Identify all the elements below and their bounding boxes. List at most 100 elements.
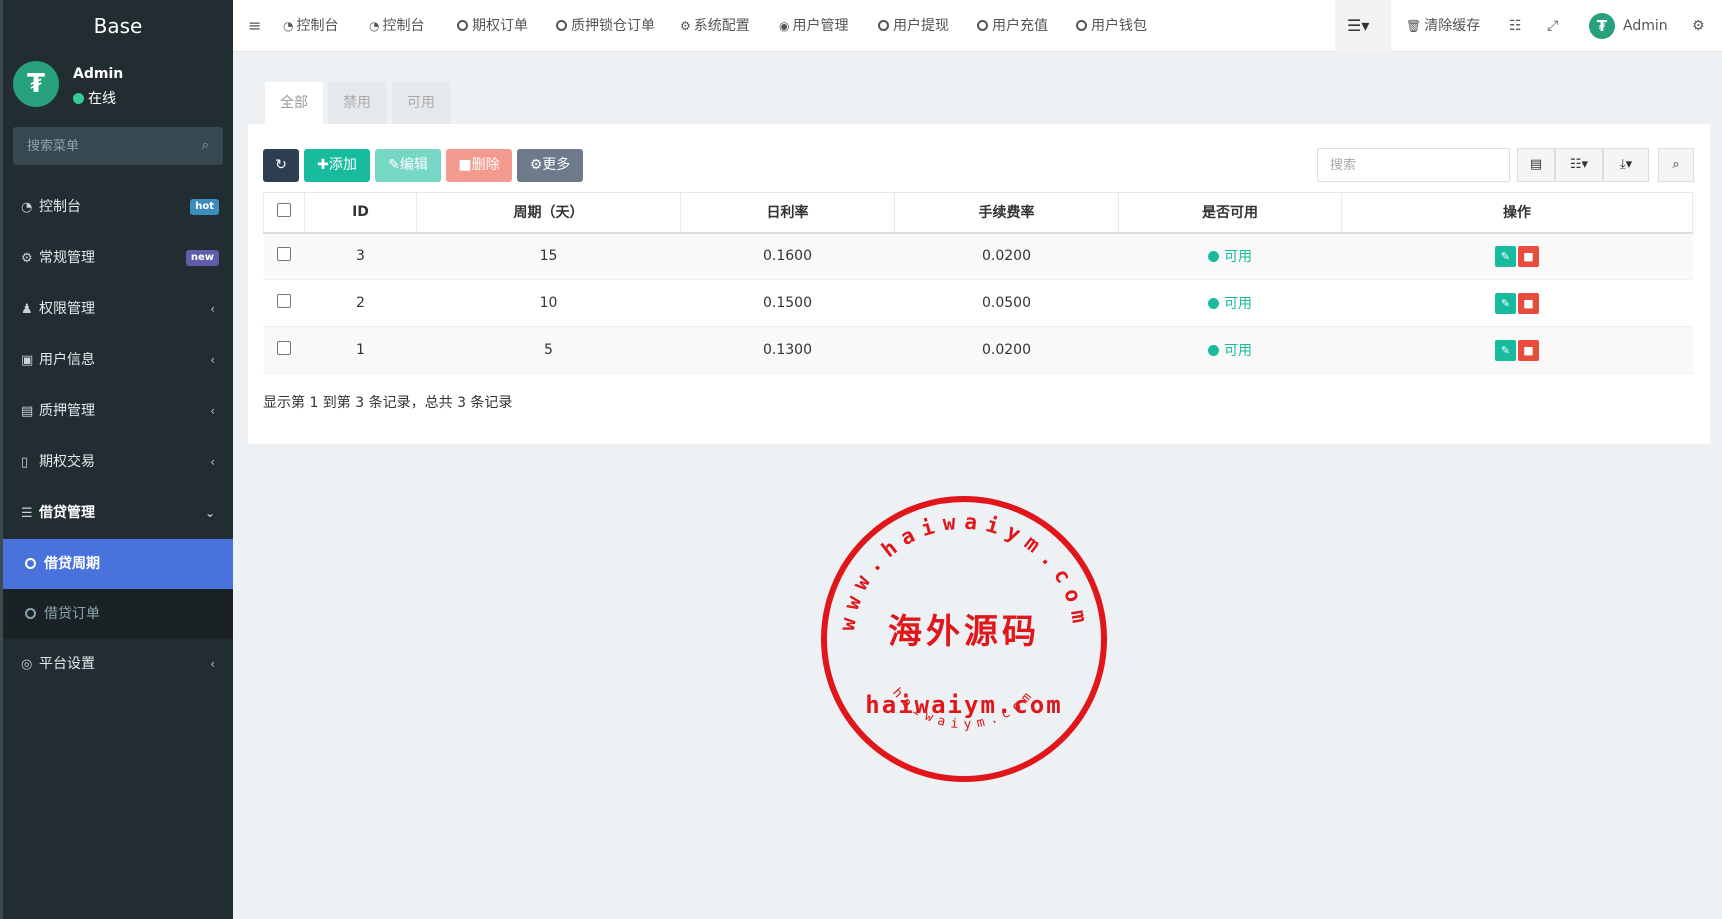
cell-period: 5 xyxy=(416,326,681,374)
newspaper-icon: ▤ xyxy=(21,404,34,419)
topnav-label: 控制台 xyxy=(382,18,425,34)
gear-icon: ⚙ xyxy=(529,157,543,173)
chevron-left-icon: ‹ xyxy=(210,302,215,316)
cell-rate: 0.1500 xyxy=(680,279,895,327)
export-icon: ⤓▾ xyxy=(1619,157,1633,172)
row-checkbox[interactable] xyxy=(277,341,291,355)
sidebar-item-label: 常规管理 xyxy=(39,250,95,266)
col-id[interactable]: ID xyxy=(304,192,417,234)
chevron-left-icon: ‹ xyxy=(210,404,215,418)
row-edit-button[interactable]: ✎ xyxy=(1495,339,1516,361)
row-delete-button[interactable]: ■ xyxy=(1518,245,1539,267)
refresh-icon: ↻ xyxy=(275,157,287,173)
row-checkbox[interactable] xyxy=(277,294,291,308)
col-rate[interactable]: 日利率 xyxy=(680,192,895,234)
sidebar-item-label: 用户信息 xyxy=(39,352,95,368)
col-status[interactable]: 是否可用 xyxy=(1118,192,1342,234)
new-badge: new xyxy=(185,250,219,266)
sidebar-item-pledge[interactable]: ▤ 质押管理 ‹ xyxy=(3,386,233,437)
cell-status[interactable]: 可用 xyxy=(1118,279,1342,327)
menu-search-input[interactable] xyxy=(13,127,223,165)
cell-rate: 0.1600 xyxy=(680,232,895,280)
col-actions: 操作 xyxy=(1341,192,1693,234)
sidebar-item-general[interactable]: ⚙ 常规管理 new xyxy=(3,233,233,284)
columns-dropdown-button[interactable]: ☷▾ xyxy=(1555,148,1603,182)
cell-id: 1 xyxy=(304,326,417,374)
sidebar-item-dashboard[interactable]: ◔ 控制台 hot xyxy=(3,182,233,233)
select-all-checkbox[interactable] xyxy=(277,203,291,218)
sidebar-menu-bottom: ◎ 平台设置 ‹ xyxy=(3,639,233,690)
cell-status[interactable]: 可用 xyxy=(1118,326,1342,374)
topnav-user-recharge[interactable]: 用户充值 xyxy=(977,0,1048,52)
list-dropdown-icon: ☰▾ xyxy=(1347,16,1370,35)
brand-logo[interactable]: Base xyxy=(3,0,233,52)
dashboard-icon: ◔ xyxy=(21,200,33,215)
topnav-system-config[interactable]: ⚙ 系统配置 xyxy=(680,0,750,52)
topnav-user-withdraw[interactable]: 用户提现 xyxy=(878,0,949,52)
fullscreen-icon[interactable]: ⤢ xyxy=(1547,0,1558,52)
topnav-option-orders[interactable]: 期权订单 xyxy=(457,0,528,52)
topnav-dashboard-1[interactable]: ◔ 控制台 xyxy=(283,0,338,52)
sidebar-toggle-icon[interactable]: ≡ xyxy=(248,0,261,52)
gear-icon: ⚙ xyxy=(680,19,691,33)
sidebar-item-auth[interactable]: ♟ 权限管理 ‹ xyxy=(3,284,233,335)
topnav-pledge-orders[interactable]: 质押锁仓订单 xyxy=(556,0,655,52)
topnav-user-manage[interactable]: ◉ 用户管理 xyxy=(779,0,848,52)
col-fee[interactable]: 手续费率 xyxy=(894,192,1119,234)
sidebar-subitem-loan-period[interactable]: 借贷周期 xyxy=(3,539,233,589)
row-delete-button[interactable]: ■ xyxy=(1518,339,1539,361)
delete-label: 删除 xyxy=(471,157,500,173)
clear-cache-button[interactable]: 🗑︎ 清除缓存 xyxy=(1406,0,1480,52)
top-navbar: ≡ ◔ 控制台 ◔ 控制台 期权订单 质押锁仓订单 ⚙ 系统配置 ◉ 用户管理 用户提现… xyxy=(233,0,1722,52)
row-edit-button[interactable]: ✎ xyxy=(1495,292,1516,314)
tab-enabled[interactable]: 可用 xyxy=(392,82,450,124)
cell-fee: 0.0200 xyxy=(894,232,1119,280)
topnav-label: 系统配置 xyxy=(693,18,750,34)
export-dropdown-button[interactable]: ⤓▾ xyxy=(1603,148,1649,182)
more-button[interactable]: ⚙更多 xyxy=(517,149,583,182)
status-label: 可用 xyxy=(1224,343,1252,359)
sidebar-subitem-label: 借贷周期 xyxy=(44,556,100,572)
admin-menu[interactable]: ₮ Admin xyxy=(1589,0,1668,52)
sidebar-item-label: 质押管理 xyxy=(39,403,95,419)
circle-icon xyxy=(977,20,988,31)
cell-fee: 0.0500 xyxy=(894,279,1119,327)
row-select-cell xyxy=(263,279,305,327)
sidebar-item-options[interactable]: ▯ 期权交易 ‹ xyxy=(3,437,233,488)
topnav-user-wallet[interactable]: 用户钱包 xyxy=(1076,0,1147,52)
sidebar-item-loan[interactable]: ☰ 借贷管理 ⌄ xyxy=(3,488,233,539)
cell-status[interactable]: 可用 xyxy=(1118,232,1342,280)
sidebar-item-label: 期权交易 xyxy=(39,454,95,470)
row-delete-button[interactable]: ■ xyxy=(1518,292,1539,314)
topnav-dashboard-2[interactable]: ◔ 控制台 xyxy=(369,0,424,52)
list-icon: ☰ xyxy=(21,506,33,521)
tab-disabled[interactable]: 禁用 xyxy=(328,82,386,124)
sidebar-item-platform-settings[interactable]: ◎ 平台设置 ‹ xyxy=(3,639,233,690)
sidebar-item-userinfo[interactable]: ▣ 用户信息 ‹ xyxy=(3,335,233,386)
more-label: 更多 xyxy=(542,157,571,173)
circle-icon xyxy=(1076,20,1087,31)
delete-button[interactable]: ■删除 xyxy=(446,149,512,182)
settings-cogs-icon[interactable]: ⚙ xyxy=(1692,0,1705,52)
avatar: ₮ xyxy=(1589,13,1615,39)
toggle-view-button[interactable]: ▤ xyxy=(1517,148,1555,182)
grid-icon: ☷▾ xyxy=(1569,157,1589,172)
col-period[interactable]: 周期（天） xyxy=(416,192,681,234)
cell-actions: ✎ ■ xyxy=(1341,279,1693,327)
circle-icon xyxy=(25,558,36,569)
add-button[interactable]: ✚添加 xyxy=(304,149,370,182)
topnav-menu-dropdown[interactable]: ☰▾ xyxy=(1335,0,1391,52)
sidebar-subitem-loan-orders[interactable]: 借贷订单 xyxy=(3,589,233,639)
translate-icon[interactable]: ☷ xyxy=(1509,0,1522,52)
row-edit-button[interactable]: ✎ xyxy=(1495,245,1516,267)
tab-all[interactable]: 全部 xyxy=(265,82,323,124)
cell-actions: ✎ ■ xyxy=(1341,232,1693,280)
search-icon[interactable]: ⌕ xyxy=(202,138,209,153)
refresh-button[interactable]: ↻ xyxy=(263,149,299,182)
group-icon: ♟ xyxy=(21,302,33,317)
clear-cache-label: 清除缓存 xyxy=(1424,18,1481,34)
advanced-search-button[interactable]: ⌕ xyxy=(1658,148,1694,182)
table-search-input[interactable] xyxy=(1317,148,1510,182)
edit-button[interactable]: ✎编辑 xyxy=(375,149,441,182)
row-checkbox[interactable] xyxy=(277,247,291,262)
